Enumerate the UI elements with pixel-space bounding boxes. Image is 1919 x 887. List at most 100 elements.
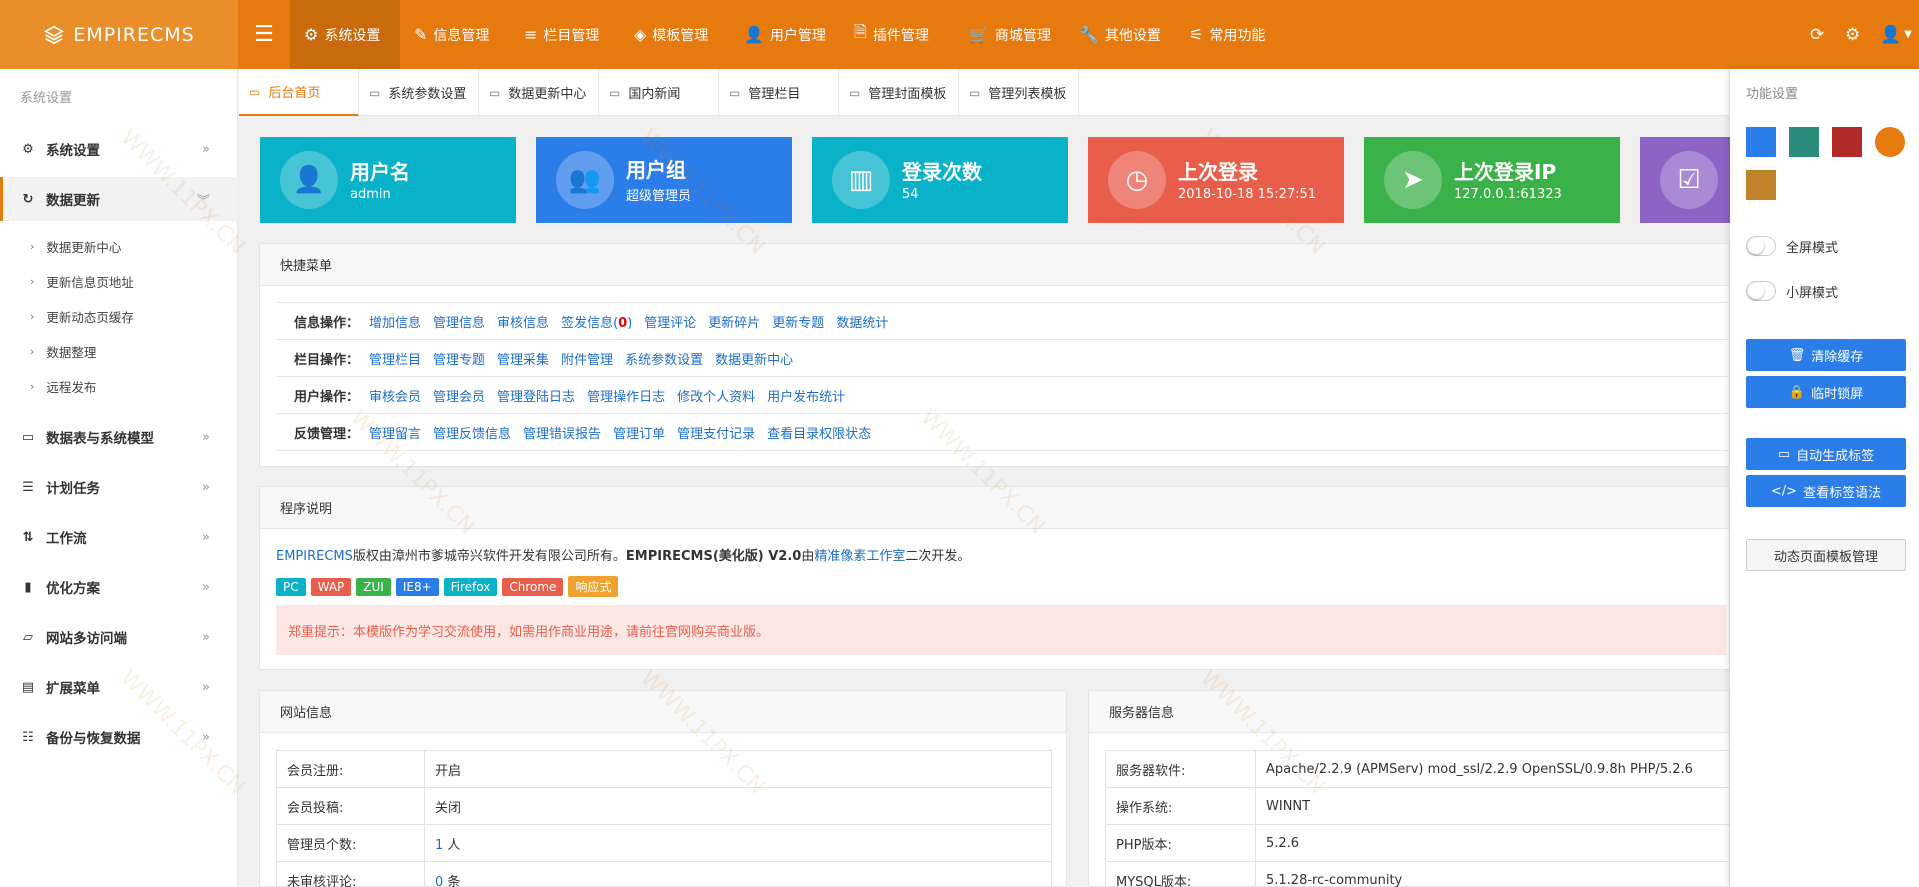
smallscreen-toggle[interactable] <box>1746 281 1776 301</box>
empirecms-link[interactable]: EMPIRECMS <box>276 549 353 564</box>
info-value: 1 人 <box>424 824 1052 862</box>
sidebar-subitem[interactable]: › 远程发布 <box>30 377 96 396</box>
theme-swatch-orange-selected[interactable] <box>1875 127 1905 157</box>
chevron-right-icon: » <box>202 529 210 545</box>
badge: 响应式 <box>568 576 619 597</box>
sidebar-item-scheduled-tasks[interactable]: ☰ 计划任务 » <box>0 465 238 509</box>
sidebar-item-optimization[interactable]: ▮ 优化方案 » <box>0 565 238 609</box>
quick-link[interactable]: 管理会员 <box>433 386 485 405</box>
topnav-label: 用户管理 <box>769 27 826 44</box>
auto-generate-tags-button[interactable]: ▭ 自动生成标签 <box>1746 438 1906 470</box>
lock-screen-button[interactable]: 🔒 临时锁屏 <box>1746 376 1906 408</box>
quick-row-user: 用户操作： 审核会员 管理会员 管理登陆日志 管理操作日志 修改个人资料 用户发… <box>276 377 1756 414</box>
topnav-plugin-manage[interactable]: 🗎 插件管理 <box>840 0 943 69</box>
dynamic-template-manage-button[interactable]: 动态页面模板管理 <box>1746 539 1906 571</box>
topnav-shop-manage[interactable]: 🛒 商城管理 <box>955 0 1065 69</box>
quick-link[interactable]: 系统参数设置 <box>625 349 703 368</box>
sidebar-item-data-tables[interactable]: ▭ 数据表与系统模型 » <box>0 415 238 459</box>
theme-swatch-brown[interactable] <box>1746 170 1776 200</box>
tab-data-update-center[interactable]: ▭ 数据更新中心 <box>479 69 599 116</box>
copyright-owner: 版权由漳州市爹城帝兴软件开发有限公司所有。 <box>352 549 626 564</box>
gear-icon: ⚙ <box>1845 24 1861 45</box>
sidebar-item-label: 扩展菜单 <box>46 681 100 697</box>
database-icon: ☷ <box>22 729 34 745</box>
table-row: 会员注册: 开启 <box>276 750 1052 788</box>
topnav-system-settings[interactable]: ⚙ 系统设置 <box>290 0 400 69</box>
sidebar-item-multi-access[interactable]: ▱ 网站多访问端 » <box>0 615 238 659</box>
sidebar-item-extension-menu[interactable]: ▤ 扩展菜单 » <box>0 665 238 709</box>
view-tag-syntax-button[interactable]: </> 查看标签语法 <box>1746 475 1906 507</box>
chevron-right-icon: » <box>202 479 210 495</box>
card-value: 2018-10-18 15:27:51 <box>1178 186 1317 202</box>
quick-link[interactable]: 数据更新中心 <box>715 349 793 368</box>
table-row: 服务器软件: Apache/2.2.9 (APMServ) mod_ssl/2.2… <box>1105 750 1745 788</box>
quick-link[interactable]: 管理栏目 <box>369 349 421 368</box>
program-info-panel: 程序说明 EMPIRECMS版权由漳州市爹城帝兴软件开发有限公司所有。EMPIR… <box>259 486 1730 670</box>
quick-link[interactable]: 管理信息 <box>433 312 485 331</box>
quick-link[interactable]: 用户发布统计 <box>767 386 845 405</box>
topnav-other-settings[interactable]: 🔧 其他设置 <box>1065 0 1175 69</box>
info-key: PHP版本: <box>1105 824 1256 862</box>
quick-link[interactable]: 更新碎片 <box>708 312 760 331</box>
sidebar-subitem[interactable]: › 数据更新中心 <box>30 237 121 256</box>
quick-link[interactable]: 更新专题 <box>772 312 824 331</box>
quick-link[interactable]: 查看目录权限状态 <box>767 423 871 442</box>
topnav-common-functions[interactable]: ⚟ 常用功能 <box>1175 0 1279 69</box>
quick-link[interactable]: 管理专题 <box>433 349 485 368</box>
sidebar-item-system-settings[interactable]: ⚙ 系统设置 » <box>0 127 238 171</box>
quick-link[interactable]: 修改个人资料 <box>677 386 755 405</box>
sliders-icon: ⚟ <box>1189 25 1204 44</box>
menu-toggle-button[interactable]: ☰ <box>238 0 290 69</box>
topnav-template-manage[interactable]: ◈ 模板管理 <box>620 0 722 69</box>
tab-domestic-news[interactable]: ▭ 国内新闻 <box>599 69 719 116</box>
topnav-column-manage[interactable]: ≡ 栏目管理 <box>510 0 613 69</box>
clock-icon: ◷ <box>1108 151 1166 209</box>
topnav-info-manage[interactable]: ✎ 信息管理 <box>400 0 503 69</box>
tab-system-params[interactable]: ▭ 系统参数设置 <box>359 69 479 116</box>
fullscreen-toggle[interactable] <box>1746 236 1776 256</box>
window-icon: ▭ <box>489 85 501 100</box>
sidebar-subitem[interactable]: › 更新信息页地址 <box>30 272 134 291</box>
refresh-button[interactable]: ⟳ <box>1810 0 1824 69</box>
logo[interactable]: EMPIRECMS <box>0 0 238 69</box>
quick-link[interactable]: 管理操作日志 <box>587 386 665 405</box>
tab-home[interactable]: ▭ 后台首页 <box>239 69 359 116</box>
quick-link[interactable]: 管理反馈信息 <box>433 423 511 442</box>
clear-cache-button[interactable]: 🗑 清除缓存 <box>1746 339 1906 371</box>
theme-swatch-teal[interactable] <box>1789 127 1819 157</box>
quick-link[interactable]: 管理评论 <box>644 312 696 331</box>
table-row: PHP版本: 5.2.6 <box>1105 824 1745 862</box>
quick-link[interactable]: 审核信息 <box>497 312 549 331</box>
list-ol-icon: ☰ <box>22 479 34 495</box>
sidebar-subitem[interactable]: › 数据整理 <box>30 342 96 361</box>
tab-cover-templates[interactable]: ▭ 管理封面模板 <box>839 69 959 116</box>
wrench-icon: 🔧 <box>1079 25 1099 44</box>
tab-list-templates[interactable]: ▭ 管理列表模板 <box>959 69 1079 116</box>
theme-swatch-red[interactable] <box>1832 127 1862 157</box>
stat-card-last-ip: ➤ 上次登录IP 127.0.0.1:61323 <box>1364 137 1620 223</box>
quick-link[interactable]: 管理订单 <box>613 423 665 442</box>
chevron-right-icon: › <box>30 380 35 393</box>
quick-link[interactable]: 审核会员 <box>369 386 421 405</box>
settings-button[interactable]: ⚙ <box>1845 0 1860 69</box>
quick-link[interactable]: 管理支付记录 <box>677 423 755 442</box>
quick-link[interactable]: 数据统计 <box>836 312 888 331</box>
function-settings-panel: 功能设置 全屏模式 小屏模式 🗑 清除缓存 🔒 临时锁屏 ▭ 自动生成标签 </> 查看… <box>1730 69 1919 887</box>
sidebar-subitem[interactable]: › 更新动态页缓存 <box>30 307 134 326</box>
quick-link[interactable]: 管理登陆日志 <box>497 386 575 405</box>
theme-swatch-blue[interactable] <box>1746 127 1776 157</box>
studio-link[interactable]: 精准像素工作室 <box>814 549 905 564</box>
tab-manage-columns[interactable]: ▭ 管理栏目 <box>719 69 839 116</box>
table-row: 会员投稿: 关闭 <box>276 787 1052 825</box>
quick-link-sign-info[interactable]: 签发信息(0) <box>561 312 632 331</box>
quick-link[interactable]: 管理错误报告 <box>523 423 601 442</box>
quick-link[interactable]: 管理留言 <box>369 423 421 442</box>
sidebar-item-backup-restore[interactable]: ☷ 备份与恢复数据 » <box>0 715 238 759</box>
quick-link[interactable]: 增加信息 <box>369 312 421 331</box>
quick-link[interactable]: 管理采集 <box>497 349 549 368</box>
topnav-user-manage[interactable]: 👤 用户管理 <box>730 0 840 69</box>
sidebar-item-workflow[interactable]: ⇅ 工作流 » <box>0 515 238 559</box>
quick-link[interactable]: 附件管理 <box>561 349 613 368</box>
user-menu-button[interactable]: 👤 ▼ <box>1880 0 1912 69</box>
sidebar-item-data-update[interactable]: ↻ 数据更新 ︾ <box>0 177 238 221</box>
